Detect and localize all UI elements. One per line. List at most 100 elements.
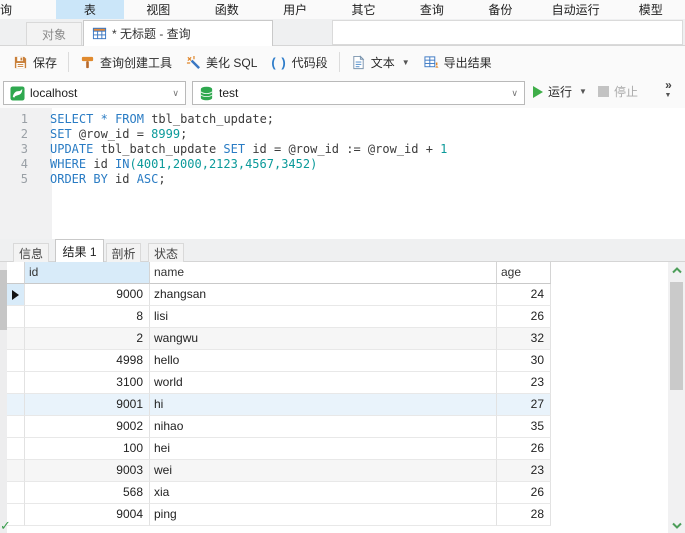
cell-id[interactable]: 4998 (25, 350, 150, 372)
cell-name[interactable]: hi (150, 394, 497, 416)
cell-name[interactable]: hei (150, 438, 497, 460)
row-gutter[interactable] (7, 328, 25, 350)
cell-age[interactable]: 23 (497, 372, 551, 394)
table-row[interactable]: 9004 ping 28 (7, 504, 668, 526)
chevron-down-icon[interactable]: ▼ (665, 92, 672, 99)
cell-age[interactable]: 30 (497, 350, 551, 372)
result-tab-3[interactable]: 状态 (148, 243, 184, 262)
row-gutter[interactable] (7, 438, 25, 460)
query-builder-button[interactable]: 查询创建工具 (73, 49, 179, 75)
cell-id[interactable]: 2 (25, 328, 150, 350)
scroll-up-icon[interactable] (668, 262, 685, 278)
cell-age[interactable]: 24 (497, 284, 551, 306)
row-gutter[interactable] (7, 372, 25, 394)
cell-id[interactable]: 9002 (25, 416, 150, 438)
scrollbar-thumb[interactable] (670, 282, 683, 390)
code-line[interactable]: 4 WHERE id IN(4001,2000,2123,4567,3452) (0, 157, 685, 172)
tab-query-active[interactable]: * 无标题 - 查询 (83, 20, 273, 46)
chevron-down-icon[interactable]: ▼ (579, 87, 587, 96)
code-line[interactable]: 3 UPDATE tbl_batch_update SET id = @row_i… (0, 142, 685, 157)
database-select[interactable]: test ∨ (192, 81, 525, 105)
cell-id[interactable]: 9000 (25, 284, 150, 306)
cell-age[interactable]: 35 (497, 416, 551, 438)
table-row[interactable]: 2 wangwu 32 (7, 328, 668, 350)
beautify-sql-button[interactable]: 美化 SQL (179, 49, 264, 75)
result-tab-0[interactable]: 信息 (13, 243, 49, 262)
table-row[interactable]: 9001 hi 27 (7, 394, 668, 416)
code-line[interactable]: 1 SELECT * FROM tbl_batch_update; (0, 112, 685, 127)
scroll-down-icon[interactable] (668, 517, 685, 533)
column-header-age[interactable]: age (497, 262, 551, 284)
sql-editor[interactable]: 1 SELECT * FROM tbl_batch_update; 2 SET @ro… (0, 108, 685, 239)
row-gutter[interactable] (7, 394, 25, 416)
left-scrollbar-thumb[interactable] (0, 270, 7, 330)
menu-item-8[interactable]: 自动运行 (535, 0, 617, 19)
menu-item-2[interactable]: 视图 (124, 0, 192, 19)
row-gutter[interactable] (7, 460, 25, 482)
cell-age[interactable]: 26 (497, 482, 551, 504)
row-gutter[interactable] (7, 416, 25, 438)
cell-age[interactable]: 26 (497, 438, 551, 460)
cell-name[interactable]: world (150, 372, 497, 394)
table-row[interactable]: 9000 zhangsan 24 (7, 284, 668, 306)
row-gutter[interactable] (7, 350, 25, 372)
menu-item-7[interactable]: 备份 (466, 0, 534, 19)
cell-name[interactable]: lisi (150, 306, 497, 328)
toolbar-overflow[interactable]: » ▼ (658, 78, 678, 108)
row-gutter[interactable] (7, 482, 25, 504)
run-button[interactable]: 运行 ▼ (533, 83, 587, 100)
cell-name[interactable]: hello (150, 350, 497, 372)
table-row[interactable]: 4998 hello 30 (7, 350, 668, 372)
table-row[interactable]: 100 hei 26 (7, 438, 668, 460)
cell-age[interactable]: 27 (497, 394, 551, 416)
table-row[interactable]: 9003 wei 23 (7, 460, 668, 482)
column-header-name[interactable]: name (150, 262, 497, 284)
table-row[interactable]: 568 xia 26 (7, 482, 668, 504)
cell-id[interactable]: 9001 (25, 394, 150, 416)
chevron-down-icon[interactable]: ▼ (402, 58, 410, 67)
menu-item-9[interactable]: 模型 (617, 0, 685, 19)
cell-name[interactable]: wei (150, 460, 497, 482)
cell-name[interactable]: ping (150, 504, 497, 526)
left-pane-scrollbar[interactable] (0, 262, 7, 533)
cell-id[interactable]: 100 (25, 438, 150, 460)
stop-button: 停止 (598, 83, 638, 100)
cell-id[interactable]: 3100 (25, 372, 150, 394)
cell-age[interactable]: 26 (497, 306, 551, 328)
cell-age[interactable]: 23 (497, 460, 551, 482)
tab-objects[interactable]: 对象 (26, 22, 82, 45)
cell-age[interactable]: 28 (497, 504, 551, 526)
code-line[interactable]: 5 ORDER BY id ASC; (0, 172, 685, 187)
export-result-button[interactable]: 导出结果 (417, 49, 499, 75)
double-chevron-icon[interactable]: » (665, 78, 672, 92)
cell-id[interactable]: 568 (25, 482, 150, 504)
result-tab-1[interactable]: 结果 1 (55, 239, 104, 262)
vertical-scrollbar[interactable] (668, 262, 685, 533)
menu-item-4[interactable]: 用户 (261, 0, 329, 19)
connection-select[interactable]: localhost ∨ (3, 81, 186, 105)
menu-item-0[interactable]: 询 (0, 0, 14, 19)
column-header-id[interactable]: id (25, 262, 150, 284)
cell-id[interactable]: 9004 (25, 504, 150, 526)
text-view-button[interactable]: 文本 ▼ (344, 49, 417, 75)
row-gutter[interactable] (7, 306, 25, 328)
cell-id[interactable]: 9003 (25, 460, 150, 482)
code-line[interactable]: 2 SET @row_id = 8999; (0, 127, 685, 142)
cell-name[interactable]: wangwu (150, 328, 497, 350)
menu-item-5[interactable]: 其它 (329, 0, 397, 19)
code-snippet-button[interactable]: ( ) 代码段 (264, 49, 334, 75)
cell-name[interactable]: zhangsan (150, 284, 497, 306)
cell-name[interactable]: nihao (150, 416, 497, 438)
menu-item-1[interactable]: 表 (55, 0, 125, 19)
cell-name[interactable]: xia (150, 482, 497, 504)
result-tab-2[interactable]: 剖析 (106, 243, 141, 262)
save-button[interactable]: 保存 (6, 49, 64, 75)
table-row[interactable]: 8 lisi 26 (7, 306, 668, 328)
menu-item-3[interactable]: 函数 (193, 0, 261, 19)
cell-age[interactable]: 32 (497, 328, 551, 350)
menu-item-6[interactable]: 查询 (398, 0, 466, 19)
table-row[interactable]: 3100 world 23 (7, 372, 668, 394)
current-row-gutter[interactable] (7, 284, 25, 306)
table-row[interactable]: 9002 nihao 35 (7, 416, 668, 438)
cell-id[interactable]: 8 (25, 306, 150, 328)
